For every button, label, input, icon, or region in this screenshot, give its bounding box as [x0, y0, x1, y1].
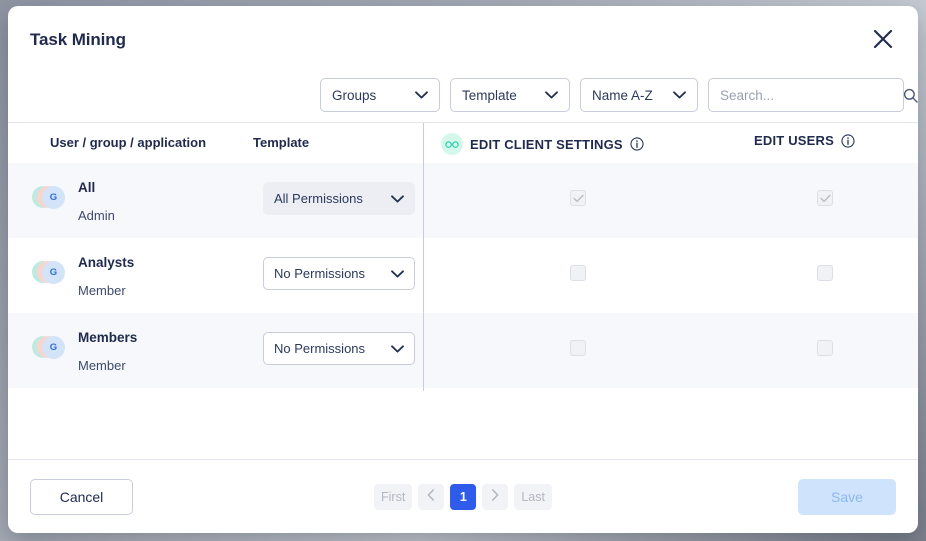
avatar: G — [32, 334, 70, 360]
row-role: Admin — [78, 208, 115, 223]
avatar-circle-group: G — [42, 336, 65, 359]
chevron-down-icon — [391, 194, 404, 203]
table-left-pane: User / group / application Template G Al… — [8, 123, 423, 459]
row-name: Members — [78, 330, 138, 345]
row-role: Member — [78, 283, 126, 298]
table-header-row: User / group / application Template — [8, 123, 423, 163]
avatar: G — [32, 184, 70, 210]
filter-template-select[interactable]: Template — [450, 78, 570, 112]
avatar-circle-group: G — [42, 261, 65, 284]
filter-template-label: Template — [462, 87, 517, 103]
permission-row — [424, 163, 918, 238]
glasses-icon — [441, 133, 463, 155]
filter-groups-select[interactable]: Groups — [320, 78, 440, 112]
row-role: Member — [78, 358, 126, 373]
table-row: G All Admin All Permissions — [8, 163, 423, 238]
chevron-down-icon — [397, 91, 428, 99]
info-icon[interactable] — [841, 133, 855, 148]
permission-column-edit-users: EDIT USERS — [754, 133, 855, 148]
checkbox-edit-client-settings[interactable] — [570, 265, 586, 281]
close-icon — [872, 28, 894, 50]
permission-column-label: EDIT CLIENT SETTINGS — [470, 136, 623, 152]
chevron-right-icon — [491, 489, 499, 504]
page-title: Task Mining — [30, 30, 126, 49]
permissions-table: User / group / application Template G Al… — [8, 122, 918, 459]
search-input[interactable] — [720, 87, 897, 103]
pagination-next[interactable] — [482, 483, 509, 510]
pagination-page-1[interactable]: 1 — [450, 483, 477, 510]
permission-row — [424, 238, 918, 313]
column-header-user-group-application: User / group / application — [50, 135, 207, 150]
chevron-down-icon — [527, 91, 558, 99]
permission-column-edit-client-settings: EDIT CLIENT SETTINGS — [441, 133, 644, 155]
save-button[interactable]: Save — [798, 478, 896, 515]
avatar: G — [32, 259, 70, 285]
table-row: G Analysts Member No Permissions — [8, 238, 423, 313]
chevron-down-icon — [391, 344, 404, 353]
checkbox-edit-users[interactable] — [817, 190, 833, 206]
row-template-label: No Permissions — [274, 341, 366, 356]
chevron-down-icon — [655, 91, 686, 99]
checkbox-edit-client-settings[interactable] — [570, 190, 586, 206]
row-template-select[interactable]: No Permissions — [263, 257, 415, 290]
pagination-first[interactable]: First — [374, 483, 413, 510]
checkbox-edit-users[interactable] — [817, 265, 833, 281]
chevron-left-icon — [427, 489, 435, 504]
filter-bar: Groups Template Name A-Z — [8, 68, 918, 122]
row-template-label: All Permissions — [274, 191, 363, 206]
filter-sort-label: Name A-Z — [592, 87, 653, 103]
row-name: Analysts — [78, 255, 135, 270]
row-template-select[interactable]: No Permissions — [263, 332, 415, 365]
pagination-last[interactable]: Last — [514, 483, 552, 510]
permission-column-label: EDIT USERS — [754, 133, 835, 148]
search-icon — [903, 88, 918, 103]
row-template-label: No Permissions — [274, 266, 366, 281]
avatar-circle-group: G — [42, 186, 65, 209]
chevron-down-icon — [391, 269, 404, 278]
pagination: First 1 Last — [374, 483, 552, 510]
dialog-header: Task Mining — [8, 6, 918, 68]
pagination-prev[interactable] — [418, 483, 445, 510]
dialog-footer: Cancel First 1 Last Save — [8, 459, 918, 533]
column-header-template: Template — [253, 135, 310, 150]
row-name: All — [78, 180, 96, 195]
table-row: G Members Member No Permissions — [8, 313, 423, 388]
info-icon[interactable] — [630, 137, 644, 151]
checkbox-edit-client-settings[interactable] — [570, 340, 586, 356]
cancel-button[interactable]: Cancel — [30, 478, 133, 515]
table-right-pane: EDIT CLIENT SETTINGS EDIT USERS — [424, 123, 918, 459]
search-box[interactable] — [708, 78, 918, 112]
row-template-select[interactable]: All Permissions — [263, 182, 415, 215]
task-mining-dialog: Task Mining Groups Template Name A-Z Sea… — [8, 6, 918, 533]
permission-row — [424, 313, 918, 388]
permission-header-row: EDIT CLIENT SETTINGS EDIT USERS — [424, 123, 918, 163]
filter-sort-select[interactable]: Name A-Z — [580, 78, 698, 112]
close-button[interactable] — [866, 22, 900, 56]
filter-groups-label: Groups — [332, 87, 377, 103]
checkbox-edit-users[interactable] — [817, 340, 833, 356]
